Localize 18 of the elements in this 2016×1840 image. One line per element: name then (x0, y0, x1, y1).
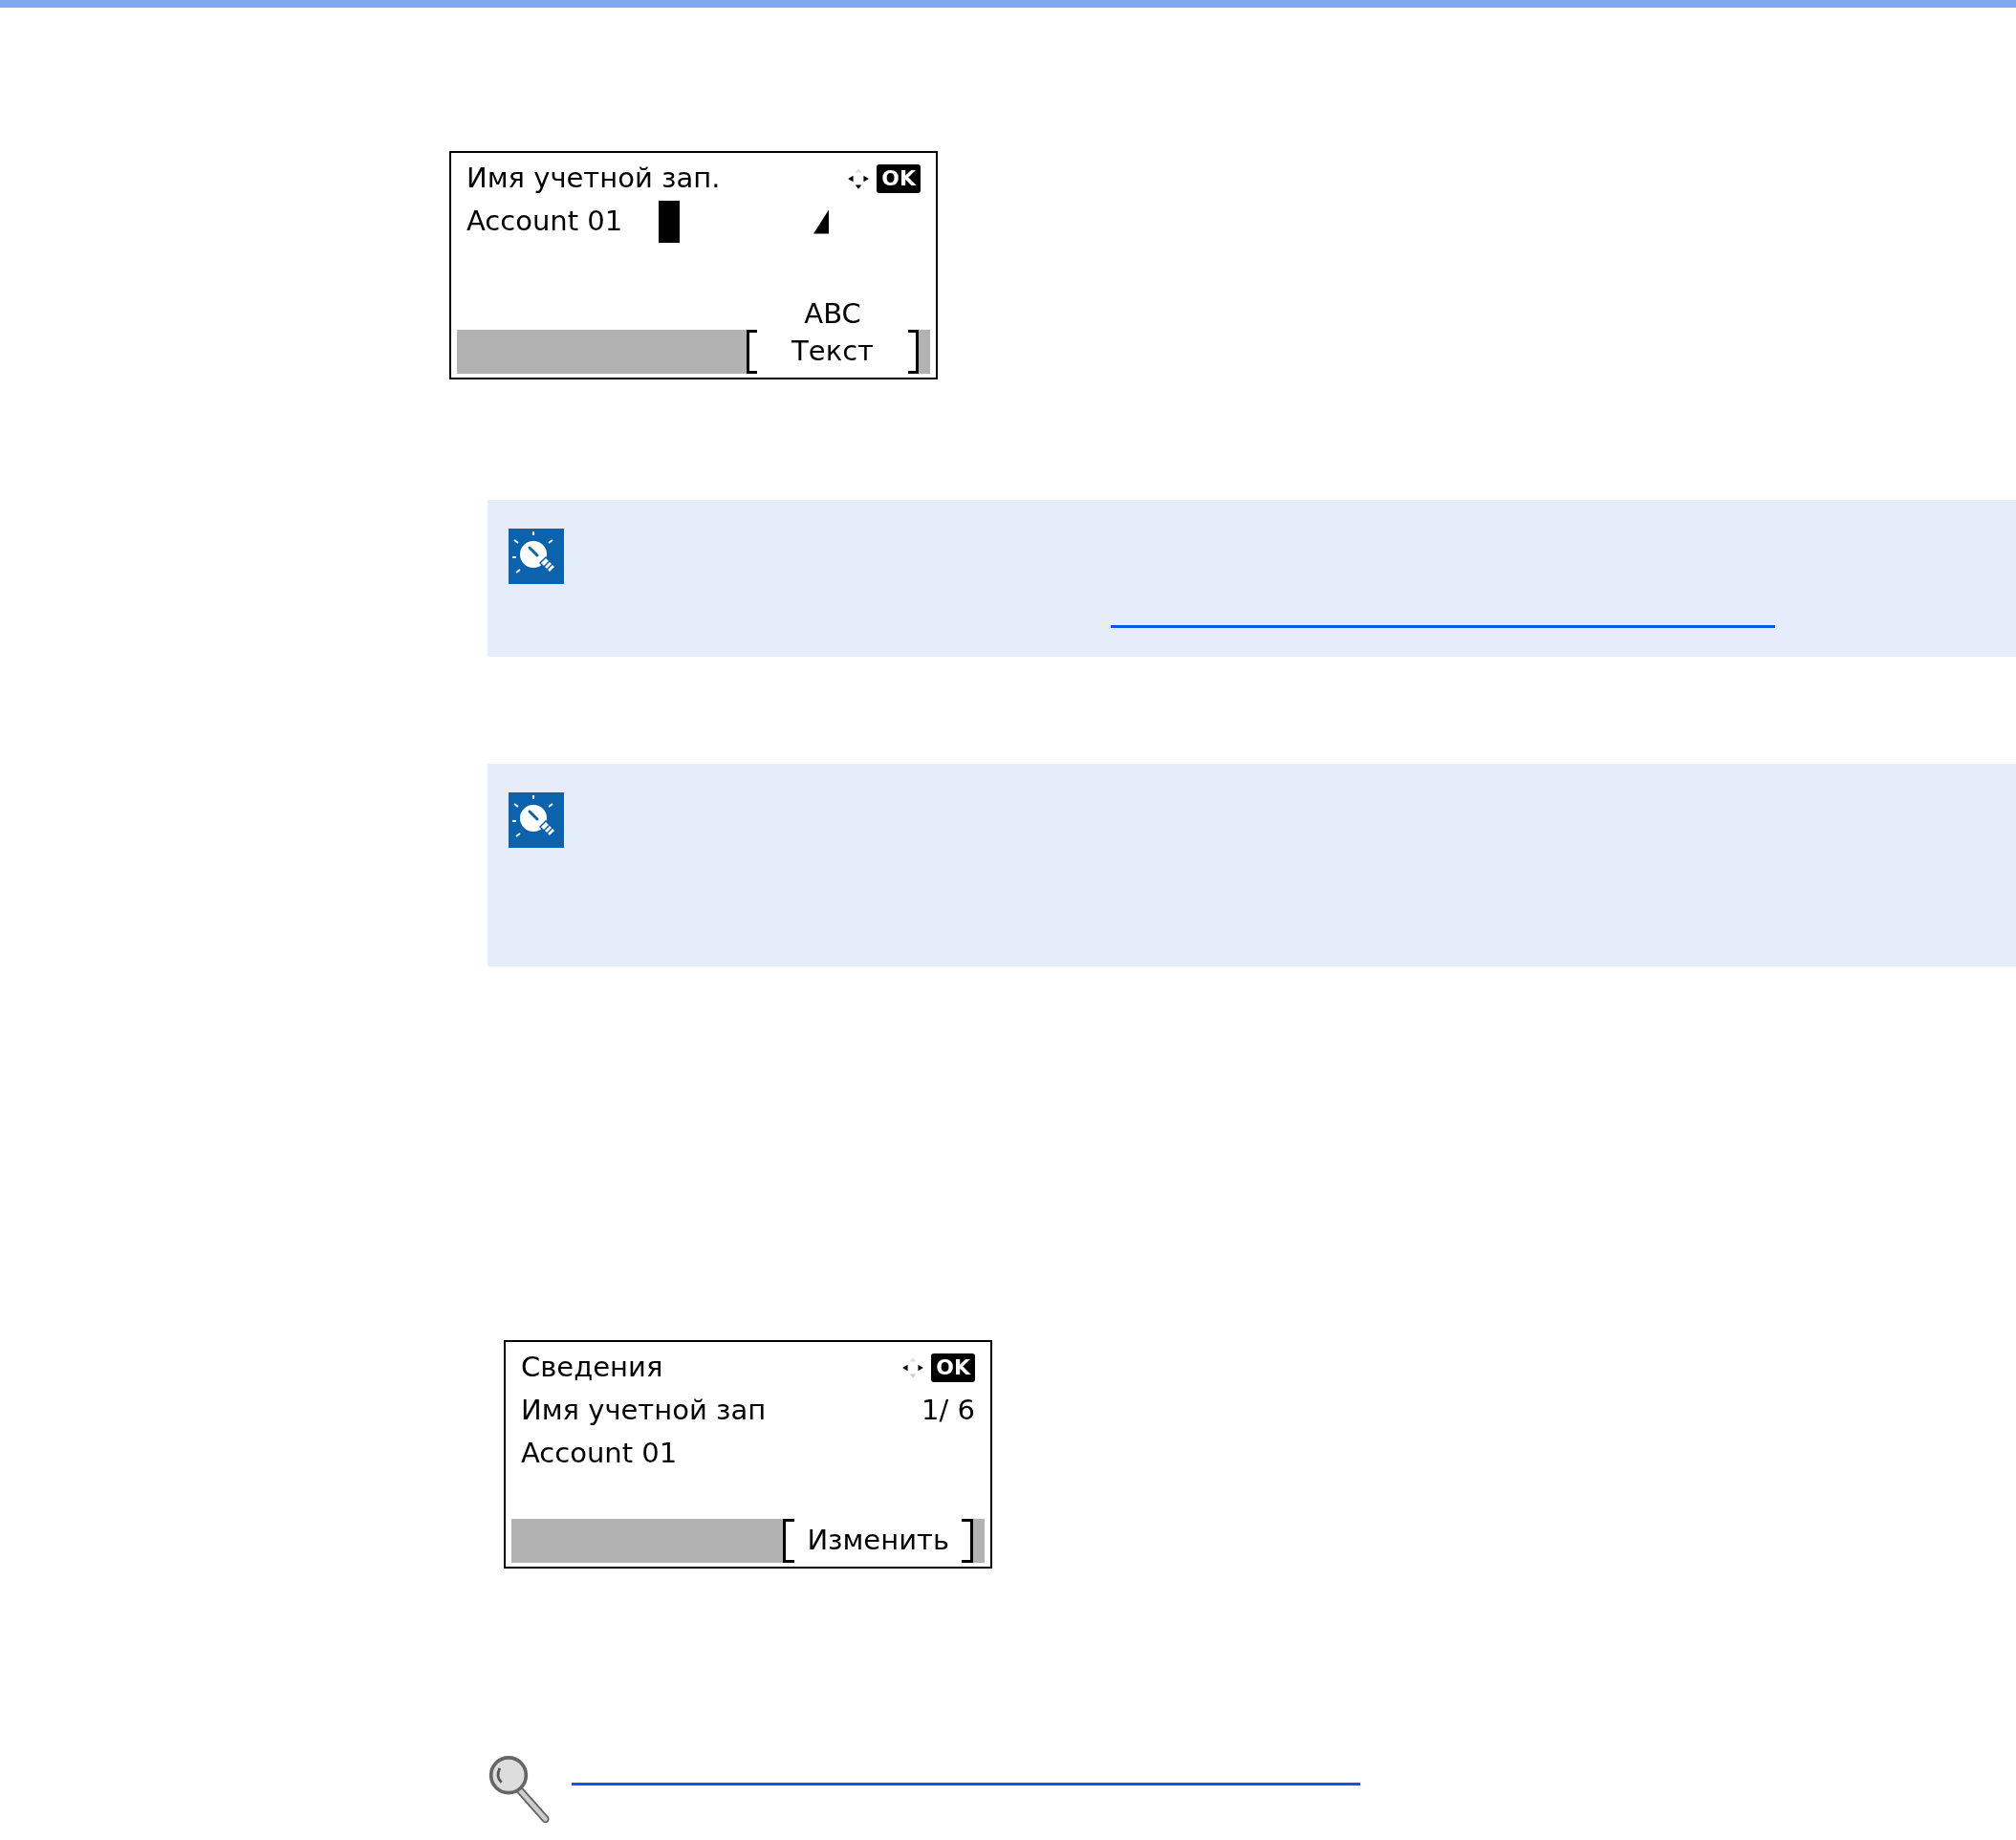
screen-title: Имя учетной зап. (466, 162, 721, 194)
ok-badge: OK (931, 1353, 975, 1382)
softkey-bar (973, 1519, 985, 1563)
softkey-bar (919, 330, 930, 374)
magnifier-icon (488, 1754, 551, 1823)
input-mode: ABC (804, 299, 861, 330)
softkey-button[interactable]: Изменить (783, 1519, 973, 1563)
screen-line: Имя учетной зап (521, 1395, 767, 1426)
ok-badge: OK (877, 163, 921, 193)
softkey-button[interactable]: Текст (747, 330, 919, 374)
triangle-icon (813, 208, 830, 234)
text-cursor (659, 200, 681, 243)
account-name-value: Account 01 (466, 206, 623, 237)
lightbulb-icon (509, 792, 564, 848)
screen-title: Сведения (521, 1352, 663, 1383)
screen-line: Account 01 (521, 1438, 678, 1469)
page-counter: 1/ 6 (921, 1395, 975, 1426)
lightbulb-icon (509, 529, 564, 584)
